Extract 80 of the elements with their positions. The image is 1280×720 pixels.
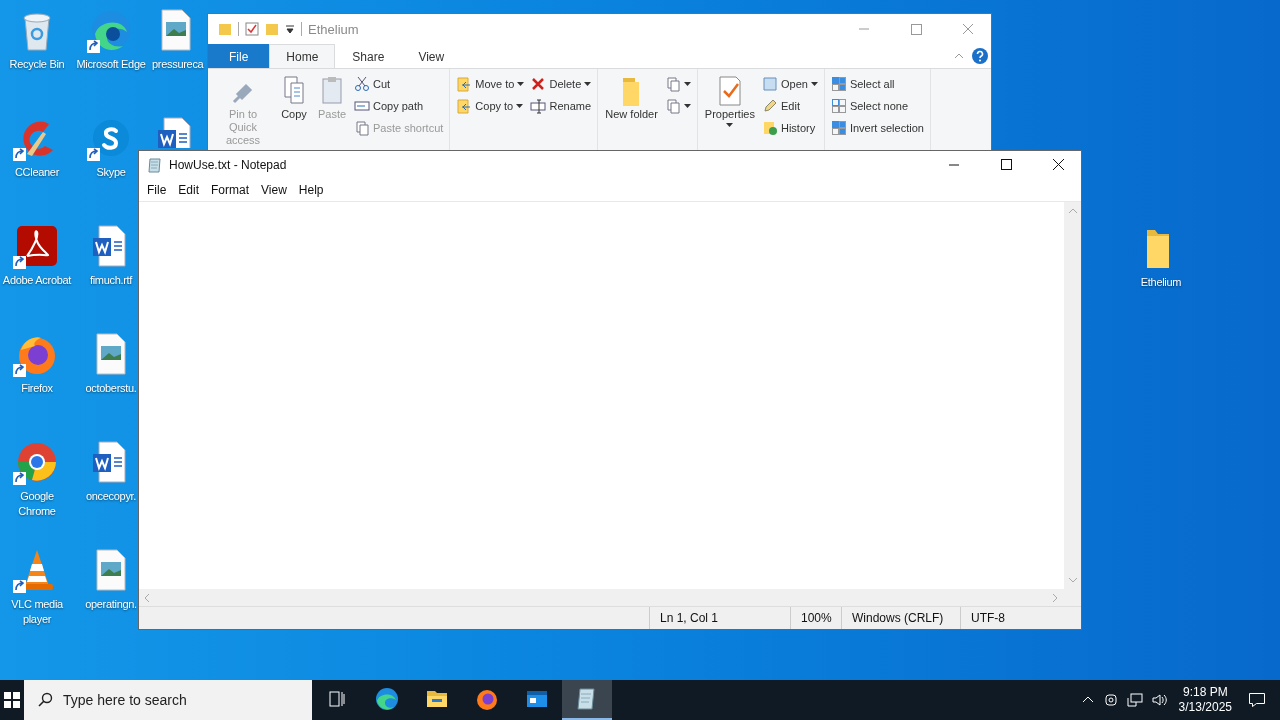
ribbon-tab[interactable]: Share: [335, 44, 402, 68]
menu-item[interactable]: Help: [292, 181, 330, 199]
ribbon-button[interactable]: Edit: [760, 96, 820, 116]
ribbon-button[interactable]: Select none: [828, 96, 926, 116]
checklist-icon[interactable]: [245, 22, 259, 36]
ribbon-tab[interactable]: View: [401, 44, 462, 68]
caret-icon: [584, 81, 592, 87]
folder-icon: [218, 22, 232, 36]
grid-icon: [830, 120, 847, 136]
notepad-icon: [147, 157, 163, 173]
window-title: Ethelium: [308, 21, 359, 37]
desktop-icon-label: octoberstu.: [84, 381, 138, 396]
desktop-icon-label: Firefox: [20, 381, 54, 396]
folder-arrow-icon: [456, 98, 473, 114]
menu-item[interactable]: View: [255, 181, 293, 199]
caret-icon: [517, 81, 525, 87]
menu-item[interactable]: Edit: [172, 181, 206, 199]
ribbon-button[interactable]: New folder: [602, 72, 661, 123]
copy-icon: [664, 76, 681, 92]
ribbon-tab[interactable]: Home: [269, 44, 336, 68]
taskbar-button[interactable]: [562, 680, 612, 720]
ribbon-button[interactable]: Select all: [828, 74, 926, 94]
desktop-icon-label: operatingn.: [84, 597, 138, 612]
ribbon-button[interactable]: Rename: [528, 96, 594, 116]
volume-icon[interactable]: [1150, 692, 1167, 708]
help-icon[interactable]: [971, 47, 989, 65]
ribbon-button[interactable]: Copy to: [454, 96, 527, 116]
caret-icon: [516, 103, 524, 109]
empty-grid-icon: [830, 98, 847, 114]
caret-icon: [683, 103, 691, 109]
ribbon-button[interactable]: Delete: [528, 74, 594, 94]
grid-icon: [830, 76, 847, 92]
ribbon-button[interactable]: Copy: [276, 72, 312, 123]
status-bar-field: Windows (CRLF): [841, 607, 960, 629]
desktop-icon-label: Google Chrome: [17, 489, 57, 519]
ribbon-button[interactable]: Cut: [352, 74, 446, 94]
notification-icon[interactable]: [1248, 691, 1266, 709]
ribbon-button[interactable]: Invert selection: [828, 118, 926, 138]
rename-icon: [530, 98, 547, 114]
ribbon-button[interactable]: Copy path: [352, 96, 446, 116]
desktop-icon-label: oncecopyr.: [84, 489, 138, 504]
windows-logo-icon[interactable]: [4, 692, 20, 708]
desktop-icon-label: fimuch.rtf: [88, 273, 134, 288]
ribbon-tab[interactable]: File: [208, 44, 270, 68]
menu-item[interactable]: Format: [205, 181, 256, 199]
caret-icon: [683, 81, 691, 87]
network-icon[interactable]: [1126, 692, 1143, 708]
desktop-icon-label: Recycle Bin: [8, 57, 66, 72]
scissors-icon: [354, 76, 370, 92]
caret-icon: [810, 81, 818, 87]
desktop-icon-label: Skype: [95, 165, 127, 180]
clock-date[interactable]: 3/13/2025: [1178, 700, 1232, 715]
desktop-icon-label: CCleaner: [13, 165, 61, 180]
swirl-icon: [374, 686, 400, 712]
menu-item[interactable]: File: [141, 181, 173, 199]
ribbon-button[interactable]: Move to: [454, 74, 527, 94]
ribbon-button[interactable]: Properties: [701, 72, 758, 130]
pencil-icon: [762, 98, 778, 114]
search-field[interactable]: Type here to search: [24, 680, 312, 720]
document-icon: [664, 98, 681, 114]
status-bar-field: 100%: [790, 607, 841, 629]
status-bar-field: Ln 1, Col 1: [649, 607, 790, 629]
desktop-icon-label: Ethelium: [1139, 275, 1183, 290]
caret-icon[interactable]: [285, 24, 295, 34]
caret-icon: [726, 123, 734, 128]
device-icon[interactable]: [1102, 692, 1119, 708]
desktop-icon-label: pressureca: [152, 57, 204, 72]
delete-icon: [530, 76, 547, 92]
window-title: HowUse.txt - Notepad: [169, 158, 287, 172]
status-bar-field: UTF-8: [960, 607, 1081, 629]
ribbon-button[interactable]: History: [760, 118, 820, 138]
search-icon: [37, 692, 53, 708]
desktop-icon-label: Microsoft Edge: [75, 57, 147, 72]
clock-time[interactable]: 9:18 PM: [1182, 685, 1228, 700]
desktop-icon-label: Adobe Acrobat: [1, 273, 73, 288]
desktop-icon-label: VLC media player: [10, 597, 64, 627]
path-icon: [354, 98, 370, 114]
open-icon: [762, 76, 778, 92]
folder-arrow-icon: [456, 76, 473, 92]
ribbon-button[interactable]: Open: [760, 74, 820, 94]
